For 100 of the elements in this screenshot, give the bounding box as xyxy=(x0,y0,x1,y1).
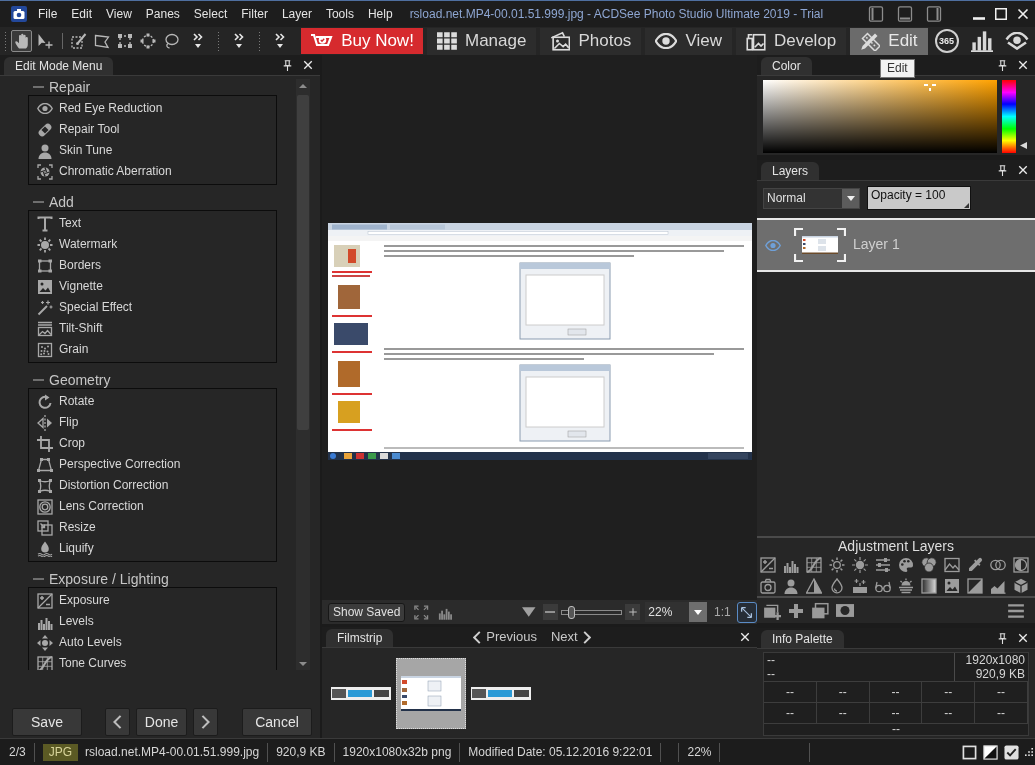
gradient-icon[interactable] xyxy=(921,578,937,594)
menu-item[interactable]: Perspective Correction xyxy=(29,454,276,475)
sliders-icon[interactable] xyxy=(875,557,891,573)
menu-item[interactable]: Resize xyxy=(29,517,276,538)
close-icon[interactable] xyxy=(1017,8,1029,20)
menu-item[interactable]: Exposure xyxy=(29,590,276,611)
app-logo-icon[interactable] xyxy=(11,6,27,22)
opacity-field[interactable]: Opacity = 100 xyxy=(867,186,971,210)
mode-tab[interactable]: Manage xyxy=(427,27,537,55)
resize-grip-icon[interactable] xyxy=(1025,748,1033,756)
mode-tab[interactable]: Develop xyxy=(735,27,847,55)
plus-minus-icon[interactable] xyxy=(760,557,776,573)
tool-button[interactable] xyxy=(11,30,32,52)
ring-365-button[interactable]: 365 xyxy=(934,29,959,53)
menu-item[interactable]: Select xyxy=(186,6,235,22)
menu-item[interactable]: Red Eye Reduction xyxy=(29,98,276,119)
close-icon[interactable] xyxy=(1018,165,1028,175)
drop-icon[interactable] xyxy=(829,578,845,594)
close-icon[interactable] xyxy=(740,632,750,642)
sunset-icon[interactable] xyxy=(898,578,914,594)
overflow-chevron-icon[interactable] xyxy=(274,32,286,50)
menu-item[interactable]: Skin Tune xyxy=(29,140,276,161)
landscape-icon[interactable] xyxy=(944,557,960,573)
scroll-down-icon[interactable] xyxy=(299,662,307,666)
menu-item[interactable]: Lens Correction xyxy=(29,496,276,517)
overflow-chevron-icon[interactable] xyxy=(233,32,245,50)
buy-now-button[interactable]: Buy Now! xyxy=(301,28,423,54)
next-link[interactable]: Next xyxy=(550,628,591,646)
menu-item[interactable]: Help xyxy=(360,6,400,22)
hue-bar[interactable] xyxy=(1002,80,1016,153)
menu-item[interactable]: Distortion Correction xyxy=(29,475,276,496)
menu-item[interactable]: Borders xyxy=(29,255,276,276)
area-chart-icon[interactable] xyxy=(990,578,1006,594)
half-square-icon[interactable] xyxy=(983,744,998,760)
menu-item[interactable]: Auto Levels xyxy=(29,632,276,653)
sidebar-left-icon[interactable] xyxy=(868,6,884,22)
menu-item[interactable]: Vignette xyxy=(29,276,276,297)
filmstrip-thumbnail[interactable] xyxy=(396,657,466,729)
menu-item[interactable]: Crop xyxy=(29,433,276,454)
menu-item[interactable]: Panes xyxy=(138,6,187,22)
menu-item[interactable]: Layer xyxy=(274,6,319,22)
save-button[interactable]: Save xyxy=(12,708,82,736)
scroll-up-icon[interactable] xyxy=(299,84,307,88)
menu-item[interactable]: Repair Tool xyxy=(29,119,276,140)
mode-tab[interactable]: Edit xyxy=(850,27,928,55)
menu-item[interactable]: Text xyxy=(29,213,276,234)
panel-tab[interactable]: Color xyxy=(761,57,812,75)
color-field[interactable] xyxy=(763,80,997,153)
panel-tab[interactable]: Filmstrip xyxy=(326,629,394,647)
mode-tab[interactable]: Photos xyxy=(540,27,642,55)
zoom-dropdown[interactable]: 22% xyxy=(645,602,708,622)
three-circles-icon[interactable] xyxy=(921,557,937,573)
sunburst-icon[interactable] xyxy=(852,557,868,573)
curve-grid-icon[interactable] xyxy=(806,557,822,573)
menu-item[interactable]: Liquify xyxy=(29,538,276,559)
slider-thumb[interactable] xyxy=(568,605,576,619)
actual-size-button[interactable]: 1:1 xyxy=(714,604,731,620)
close-icon[interactable] xyxy=(1018,633,1028,643)
group-header[interactable]: Exposure / Lighting xyxy=(28,571,169,587)
pin-icon[interactable] xyxy=(997,632,1008,644)
menu-item[interactable]: View xyxy=(99,6,139,22)
corner-arrows-icon[interactable] xyxy=(414,604,429,620)
menu-item[interactable]: Special Effect xyxy=(29,297,276,318)
panel-tab[interactable]: Edit Mode Menu xyxy=(4,57,114,75)
group-header[interactable]: Add xyxy=(28,194,74,210)
cancel-button[interactable]: Cancel xyxy=(242,708,312,736)
zoom-out-button[interactable] xyxy=(542,604,559,620)
camera-icon[interactable] xyxy=(760,578,776,594)
menu-item[interactable]: Chromatic Aberration xyxy=(29,161,276,182)
person-icon[interactable] xyxy=(783,578,799,594)
done-button[interactable]: Done xyxy=(136,708,187,736)
blend-mode-dropdown[interactable]: Normal xyxy=(763,187,860,209)
circle-in-rectangle-icon[interactable] xyxy=(836,604,854,617)
overflow-chevron-icon[interactable] xyxy=(192,32,204,50)
group-header[interactable]: Geometry xyxy=(28,372,111,388)
hue-marker-icon[interactable] xyxy=(1020,142,1027,149)
show-saved-button[interactable]: Show Saved xyxy=(328,602,406,622)
diagonal-split-icon[interactable] xyxy=(967,578,983,594)
mode-tab[interactable]: View xyxy=(645,27,732,55)
menu-item[interactable]: Rotate xyxy=(29,391,276,412)
image-icon[interactable] xyxy=(944,578,960,594)
menu-item[interactable]: Edit xyxy=(64,6,100,22)
pin-icon[interactable] xyxy=(997,164,1008,176)
dropdown-triangle-icon[interactable] xyxy=(522,607,536,617)
close-icon[interactable] xyxy=(1018,60,1028,70)
cube-icon[interactable] xyxy=(1013,578,1029,594)
sparkle-icon[interactable] xyxy=(852,578,868,594)
menu-item[interactable]: Tone Curves xyxy=(29,653,276,670)
sidebar-right-icon[interactable] xyxy=(926,6,942,22)
dropper-icon[interactable] xyxy=(967,557,983,573)
stacked-squares-icon[interactable] xyxy=(811,601,829,620)
filmstrip-thumbnail[interactable] xyxy=(331,686,391,700)
fit-window-button[interactable] xyxy=(736,601,757,623)
scrollbar[interactable] xyxy=(296,79,310,670)
maximize-icon[interactable] xyxy=(995,8,1007,20)
menu-icon[interactable] xyxy=(1007,601,1025,620)
filmstrip-thumbnail[interactable] xyxy=(471,686,531,700)
plus-icon[interactable] xyxy=(788,602,804,619)
pin-icon[interactable] xyxy=(282,59,293,71)
menu-item[interactable]: Flip xyxy=(29,412,276,433)
